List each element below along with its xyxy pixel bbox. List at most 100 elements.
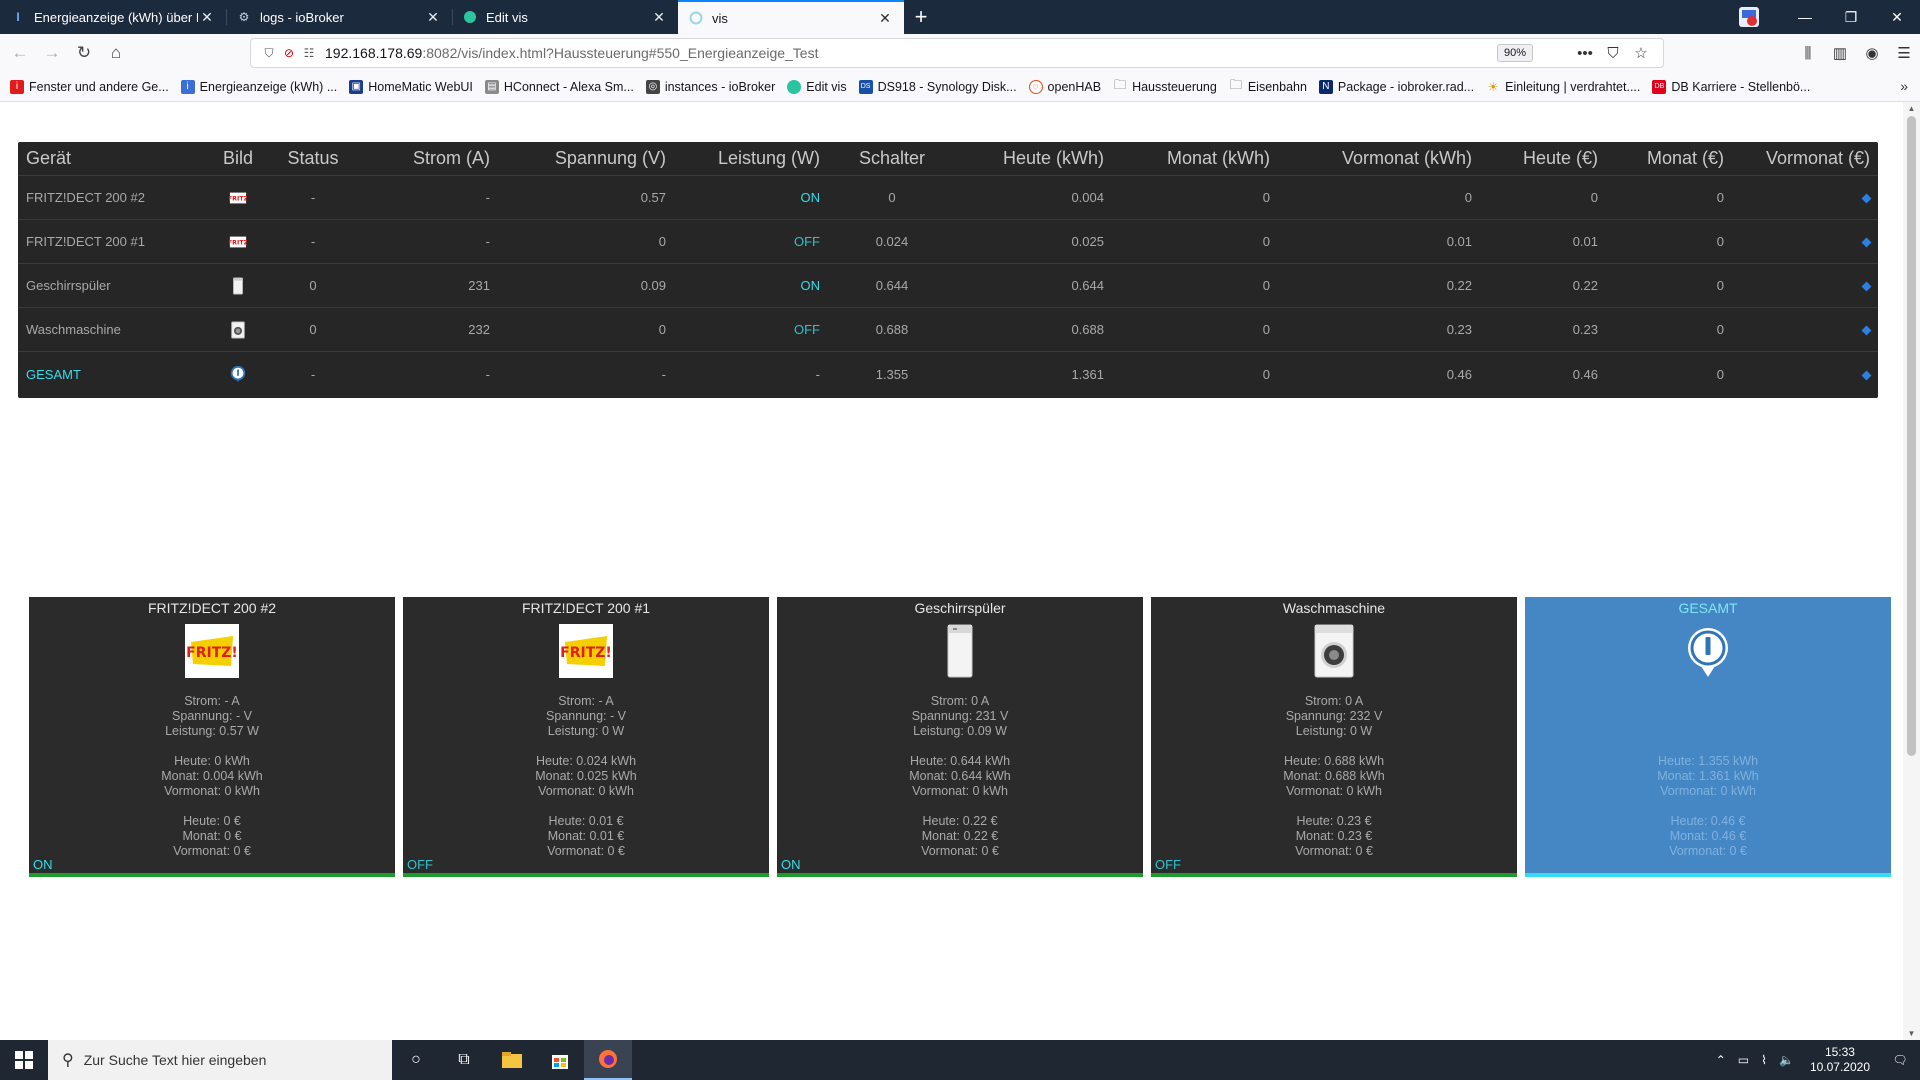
clock[interactable]: 15:33 10.07.2020 [1800,1045,1880,1075]
header-monat-kwh: Monat (kWh) [1166,148,1270,168]
cell-monat-eur: 0 [1716,234,1724,249]
bookmark-star-icon[interactable]: ☆ [1627,41,1655,65]
device-card-fritz-2[interactable]: FRITZ!DECT 200 #2 FRITZ! Strom: - A Span… [29,597,395,877]
bookmarks-overflow-icon[interactable]: » [1900,78,1908,94]
table-row: Waschmaschine 0 232 0 OFF 0.688 0.688 0 … [18,308,1878,352]
cell-leistung-switch[interactable]: OFF [674,322,828,337]
dot-icon [1861,281,1872,292]
bookmark-item[interactable]: DS DS918 - Synology Disk... [858,79,1017,94]
bookmark-item[interactable]: ☀ Einleitung | verdrahtet.... [1486,80,1641,94]
page-scrollbar[interactable]: ▲ ▼ [1903,102,1920,1040]
cell-leistung-switch[interactable]: OFF [674,234,828,249]
card-electric-values: Strom: - A Spannung: - V Leistung: 0 W [403,694,769,739]
bookmark-item[interactable]: i Energieanzeige (kWh) ... [180,79,337,94]
cell-strom: 232 [468,322,490,337]
bookmark-item[interactable]: DB DB Karriere - Stellenbö... [1652,79,1810,94]
card-leistung: Leistung: 0.57 W [165,724,259,738]
bookmark-item[interactable]: ▣ HomeMatic WebUI [349,79,473,94]
close-icon[interactable]: ✕ [198,9,216,26]
windows-start-icon[interactable] [0,1040,48,1080]
firefox-icon[interactable] [584,1040,632,1080]
scrollbar-thumb[interactable] [1907,116,1916,756]
bookmark-folder[interactable]: 🗀 Haussteuerung [1113,77,1217,94]
shield-icon[interactable]: ⛉ [259,46,279,61]
forward-icon[interactable]: → [36,37,68,69]
bookmark-item[interactable]: Edit vis [787,79,847,94]
library-icon[interactable]: ⫼ [1792,37,1824,69]
extension-icon[interactable] [1734,3,1764,31]
close-icon[interactable]: ✕ [650,9,668,26]
gear-icon: ⚙ [238,10,250,24]
back-icon[interactable]: ← [4,37,36,69]
header-heute-eur: Heute (€) [1522,148,1598,168]
tab-logs-iobroker[interactable]: ⚙ logs - ioBroker ✕ [226,0,452,34]
card-monat-eur: Monat: 0.01 € [547,829,625,843]
bookmark-item[interactable]: ◎ instances - ioBroker [645,79,775,94]
restore-icon[interactable]: ❐ [1828,0,1874,34]
cell-heute-eur: 0.46 [1572,366,1598,382]
taskbar-search-box[interactable]: ⚲ Zur Suche Text hier eingeben [48,1040,392,1080]
card-heute-eur: Heute: 0.01 € [548,814,624,828]
card-state: ON [781,857,801,872]
bookmark-folder[interactable]: 🗀 Eisenbahn [1229,76,1307,94]
new-tab-button[interactable]: + [904,0,938,34]
folder-icon: 🗀 [1229,76,1243,92]
cell-vormonat-eur [1732,190,1878,205]
device-card-geschirrspueler[interactable]: Geschirrspüler Strom: 0 A Spannung: 231 … [777,597,1143,877]
bookmark-item[interactable]: ▤ HConnect - Alexa Sm... [484,79,634,94]
card-title: FRITZ!DECT 200 #1 [521,600,651,616]
cortana-icon[interactable]: ○ [392,1040,440,1080]
reload-icon[interactable]: ↻ [68,37,100,69]
permissions-icon[interactable]: ☷ [299,46,319,60]
insecure-lock-icon[interactable]: ⊘ [279,46,299,60]
card-vormonat-kwh: Vormonat: 0 kWh [912,784,1008,798]
bookmark-item[interactable]: N Package - iobroker.rad... [1318,79,1474,94]
cell-status: - [310,234,316,249]
chevron-up-icon[interactable]: ⌃ [1710,1053,1732,1067]
tab-edit-vis[interactable]: Edit vis ✕ [452,0,678,34]
close-icon[interactable]: ✕ [424,9,442,26]
device-card-fritz-1[interactable]: FRITZ!DECT 200 #1 FRITZ! Strom: - A Span… [403,597,769,877]
store-icon[interactable] [536,1040,584,1080]
cell-leistung-switch[interactable]: ON [674,190,828,205]
close-icon[interactable]: ✕ [876,10,894,27]
scroll-down-icon[interactable]: ▼ [1903,1029,1920,1038]
device-card-gesamt[interactable]: GESAMT Heute: 1.355 kWh Monat: 1.361 kWh… [1525,597,1891,877]
scroll-up-icon[interactable]: ▲ [1903,104,1920,113]
zoom-level-button[interactable]: 90% [1496,44,1533,62]
card-title: GESAMT [1678,600,1738,616]
battery-icon[interactable]: ▭ [1732,1053,1755,1067]
more-actions-icon[interactable]: ••• [1571,41,1599,65]
network-icon[interactable]: ⌇ [1755,1053,1773,1067]
file-explorer-icon[interactable] [488,1040,536,1080]
bookmark-item[interactable]: ◌ openHAB [1028,79,1101,94]
tab-energieanzeige[interactable]: I Energieanzeige (kWh) über HT ✕ [0,0,226,34]
cell-spannung: 0.09 [640,278,666,293]
home-icon[interactable]: ⌂ [100,37,132,69]
close-window-icon[interactable]: ✕ [1874,0,1920,34]
cell-schalter: 0.024 [875,234,909,249]
header-leistung: Leistung (W) [717,148,820,168]
pocket-icon[interactable]: ⛉ [1599,41,1627,65]
cell-monat-eur: 0 [1716,322,1724,337]
bookmark-item[interactable]: i Fenster und andere Ge... [10,79,169,94]
header-schalter: Schalter [858,148,926,168]
homematic-icon: ▣ [349,79,364,94]
notification-icon[interactable]: 🗨 [1880,1053,1920,1067]
card-strom: Strom: - A [184,694,240,708]
cell-status: - [310,366,316,382]
task-view-icon[interactable]: ⧉ [440,1040,488,1080]
cell-leistung-switch[interactable]: ON [674,278,828,293]
account-icon[interactable]: ◉ [1856,37,1888,69]
card-monat-eur: Monat: 0.22 € [921,829,999,843]
url-bar[interactable]: ⛉ ⊘ ☷ 192.168.178.69:8082/vis/index.html… [250,38,1664,68]
tab-vis[interactable]: vis ✕ [678,0,904,34]
cell-vormonat-kwh: 0.22 [1446,278,1472,293]
sidebar-icon[interactable]: ▥ [1824,37,1856,69]
volume-icon[interactable]: 🔈 [1773,1053,1800,1067]
device-card-waschmaschine[interactable]: Waschmaschine Strom: 0 A Spannung: 232 V… [1151,597,1517,877]
tab-favicon: I [16,10,20,24]
menu-icon[interactable]: ☰ [1888,37,1920,69]
dishwasher-icon [932,623,988,679]
minimize-icon[interactable]: — [1782,0,1828,34]
